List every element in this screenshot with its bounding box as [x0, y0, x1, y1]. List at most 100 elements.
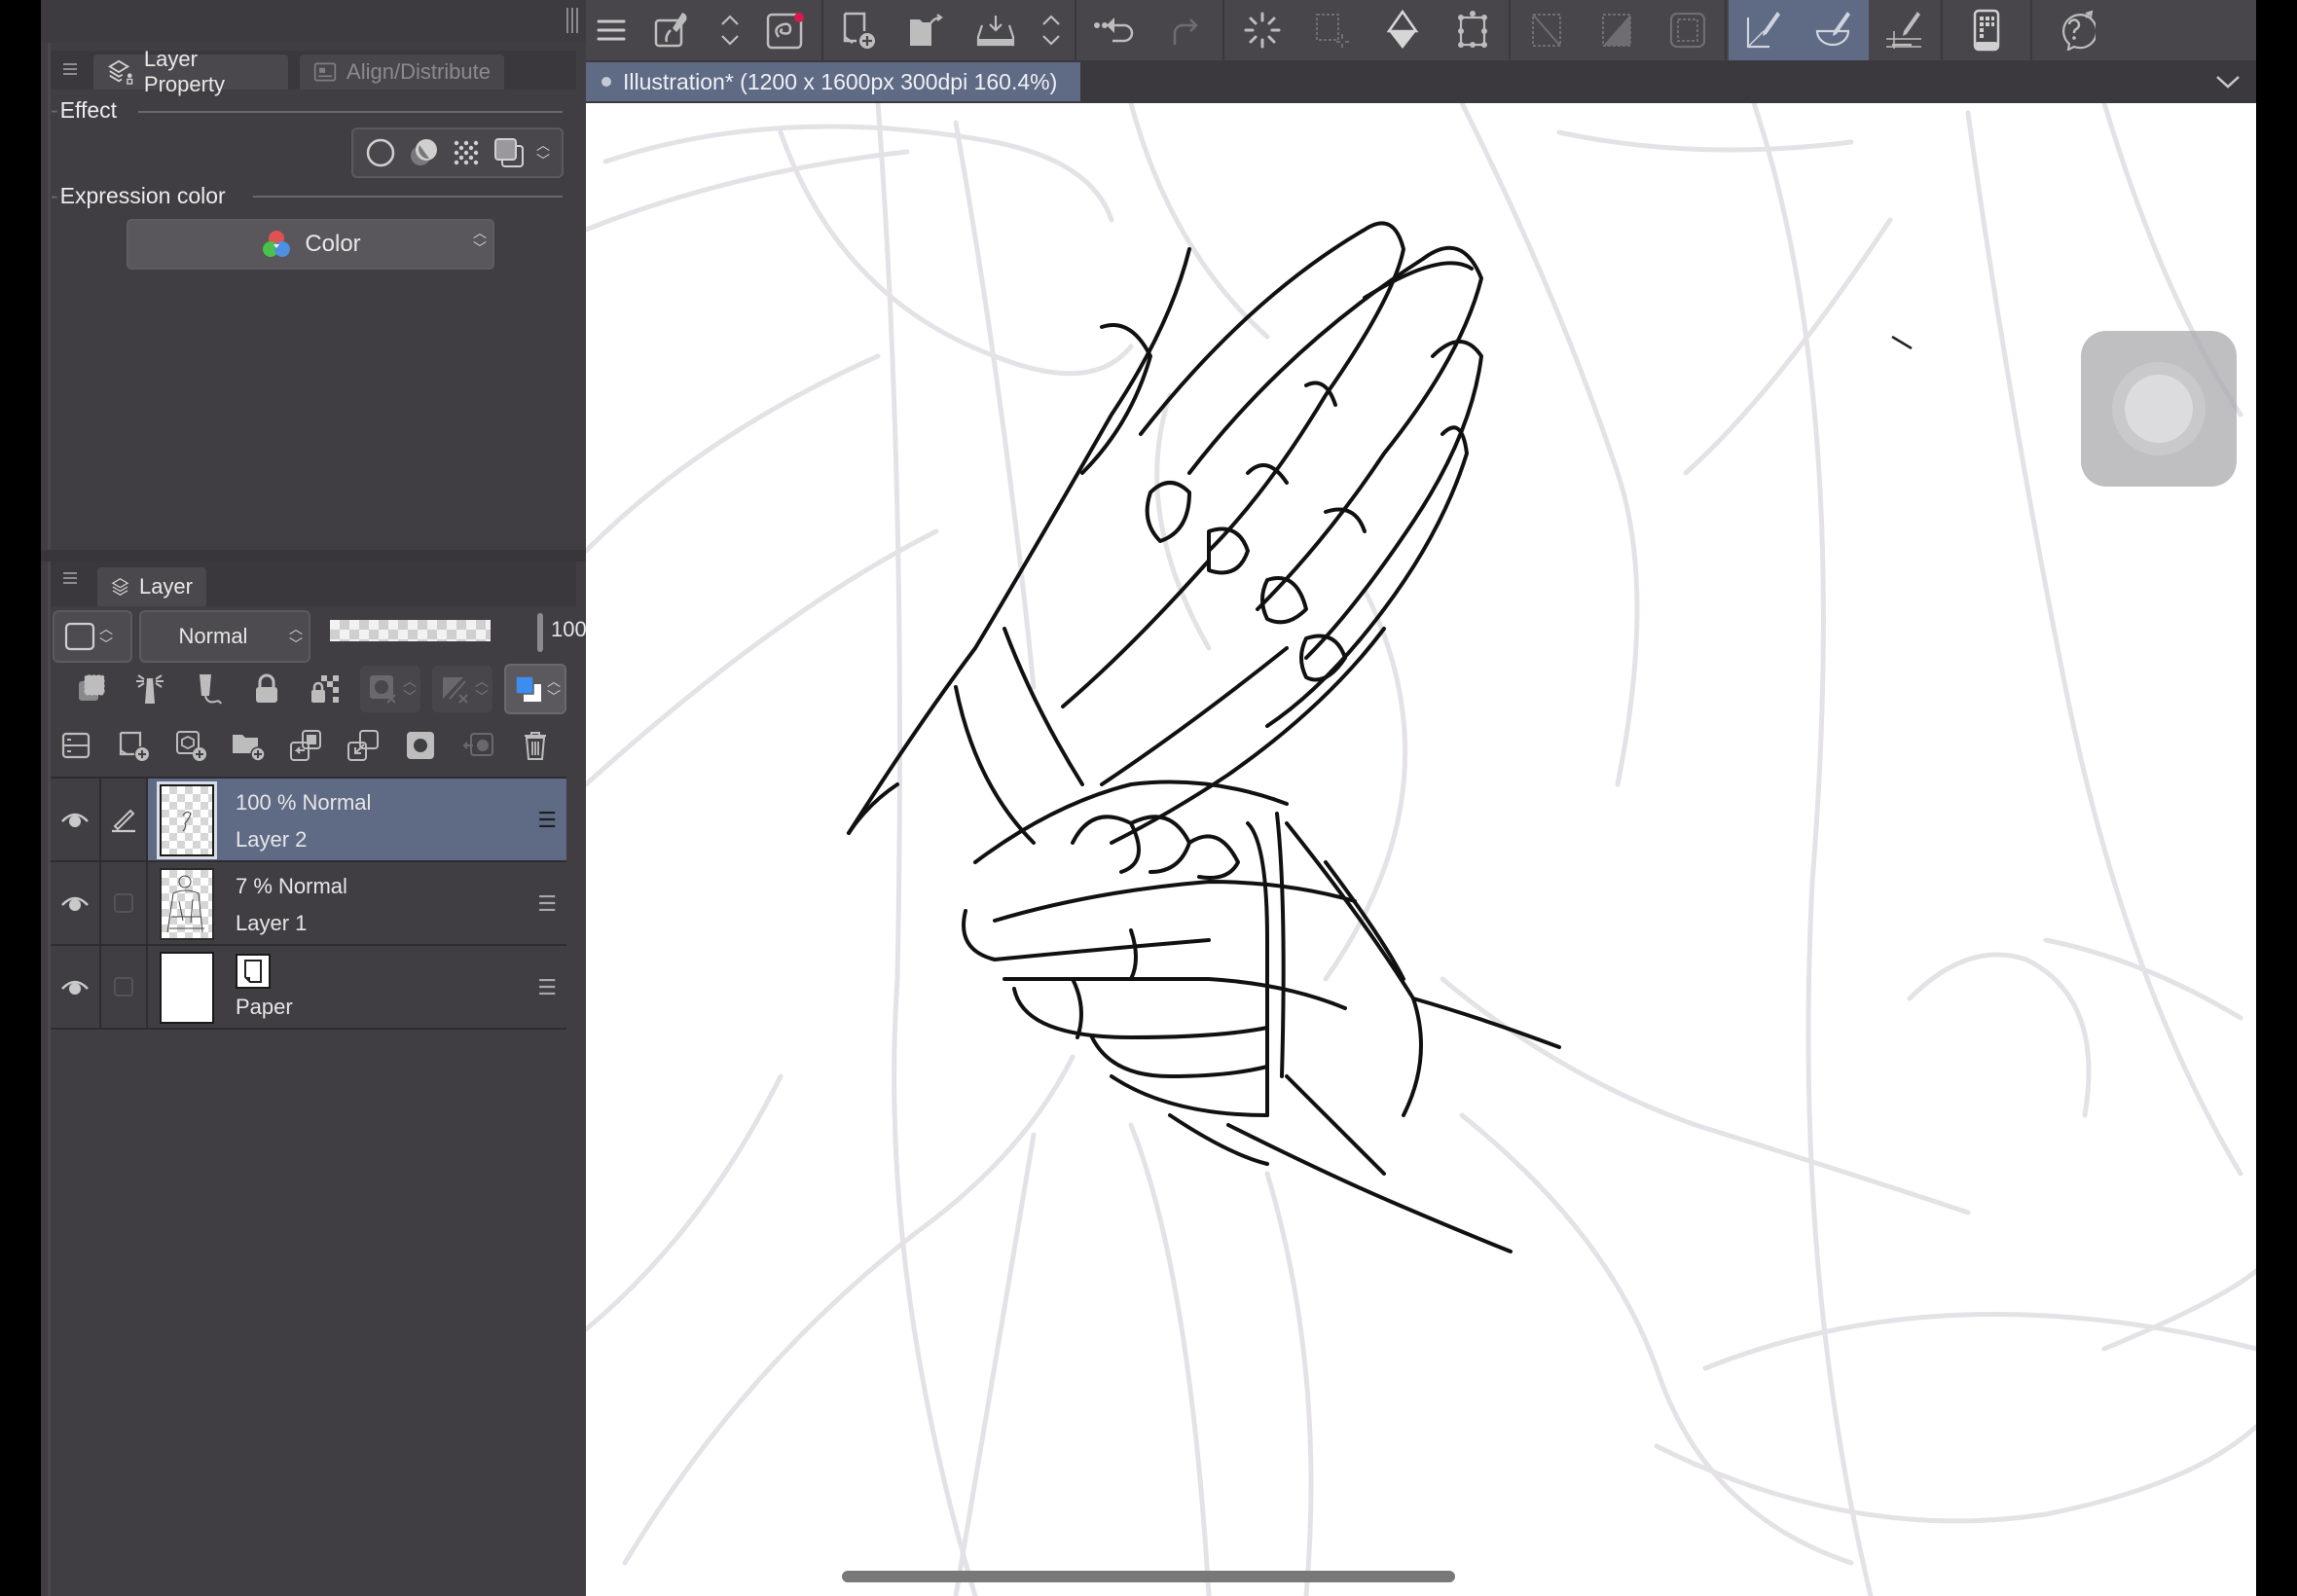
clip-layer-icon [79, 674, 105, 701]
clip-to-layer-below-button[interactable] [68, 666, 115, 712]
extract-line-icon[interactable] [408, 137, 439, 168]
mask-toggle-group: ︿ ﹀ [360, 666, 420, 712]
merge-with-lower-layer-button[interactable] [340, 722, 386, 769]
editing-checkbox[interactable] [101, 862, 148, 944]
more-file-button[interactable] [1030, 0, 1073, 60]
editing-checkbox[interactable] [101, 946, 148, 1028]
transfer-to-lower-layer-button[interactable] [282, 722, 329, 769]
new-folder-button[interactable] [225, 722, 272, 769]
blend-mode-dropdown[interactable]: Normal ︿ ﹀ [139, 610, 310, 663]
effect-stepper[interactable]: ︿ ﹀ [536, 137, 550, 168]
enable-mask-button[interactable] [364, 666, 403, 712]
show-selection-button[interactable] [1653, 0, 1723, 60]
snap-to-grid-button[interactable] [1869, 0, 1939, 60]
transfer-down-icon [290, 730, 321, 761]
drag-handle-icon[interactable]: ☰ [537, 975, 557, 1000]
tool-property-button[interactable] [637, 0, 709, 60]
menu-button[interactable] [586, 0, 637, 60]
lock-transparent-pixels-button[interactable] [302, 666, 348, 712]
eye-icon [61, 896, 89, 911]
expression-color-stepper[interactable]: ︿ ﹀ [473, 225, 487, 256]
expression-color-dropdown[interactable]: Color ︿ ﹀ [127, 219, 494, 270]
snap-to-special-ruler-button[interactable] [1799, 0, 1869, 60]
tone-icon[interactable] [451, 137, 482, 168]
smartphone-icon [1973, 9, 2000, 52]
opacity-slider-handle[interactable] [537, 613, 543, 652]
layer-color-stepper[interactable]: ︿ ﹀ [99, 621, 113, 652]
layer-color-swap-stepper[interactable]: ︿ ﹀ [547, 673, 561, 705]
editing-indicator[interactable] [101, 779, 148, 860]
tab-list-button[interactable] [2211, 66, 2244, 97]
opacity-value[interactable]: 100 [551, 617, 587, 642]
tab-layer-property[interactable]: Layer Property [93, 47, 288, 96]
redo-button[interactable] [1152, 0, 1221, 60]
visibility-toggle[interactable] [51, 862, 101, 944]
mask-disabled-icon [370, 675, 396, 704]
layer-list-options-button[interactable] [53, 722, 99, 769]
clear-button[interactable] [1226, 0, 1298, 60]
document-tab-title: Illustration* (1200 x 1600px 300dpi 160.… [623, 68, 1058, 94]
deselect-button[interactable] [1513, 0, 1583, 60]
create-layer-mask-button[interactable] [397, 722, 444, 769]
document-tab[interactable]: Illustration* (1200 x 1600px 300dpi 160.… [586, 62, 1080, 101]
change-layer-color-button[interactable] [510, 666, 547, 712]
visibility-toggle[interactable] [51, 779, 101, 860]
more-tools-button[interactable] [709, 0, 751, 60]
tab-align-distribute[interactable]: Align/Distribute [300, 54, 504, 90]
chevron-down-icon [2216, 76, 2240, 89]
invert-selection-button[interactable] [1583, 0, 1653, 60]
ruler-range-button[interactable] [436, 666, 475, 712]
fill-button[interactable] [1367, 0, 1439, 60]
tab-layer[interactable]: Layer [97, 567, 206, 606]
layer-name: Paper [236, 995, 293, 1019]
left-panel: Layer Property Align/Distribute - Effect … [41, 0, 609, 1596]
eye-icon [61, 980, 89, 995]
blend-mode-stepper[interactable]: ︿ ﹀ [289, 621, 303, 652]
open-file-button[interactable] [893, 0, 962, 60]
snap-to-ruler-button[interactable] [1729, 0, 1799, 60]
lighthouse-icon [136, 674, 164, 704]
panel-resize-grip[interactable] [566, 8, 578, 33]
lock-layer-button[interactable] [243, 666, 290, 712]
help-button[interactable] [2034, 0, 2116, 60]
save-icon [976, 16, 1015, 47]
layer-color-icon[interactable] [493, 137, 525, 168]
undo-button[interactable] [1078, 0, 1152, 60]
layer-main[interactable]: Paper ☰ [148, 946, 566, 1028]
layer-row-layer-1[interactable]: 7 % Normal Layer 1 ☰ [51, 862, 566, 946]
layer-panel-menu-button[interactable] [51, 562, 90, 595]
quick-access-button[interactable] [2081, 331, 2237, 487]
hamburger-icon [63, 572, 77, 584]
layer-property-tab-row: Layer Property Align/Distribute [51, 47, 576, 96]
drag-handle-icon[interactable]: ☰ [537, 891, 557, 917]
reference-layer-button[interactable] [127, 666, 173, 712]
horizontal-scrollbar[interactable] [842, 1571, 1455, 1582]
save-button[interactable] [962, 0, 1030, 60]
apply-mask-button[interactable] [455, 722, 501, 769]
layer-row-paper[interactable]: Paper ☰ [51, 946, 566, 1030]
chevron-updown-icon [1042, 15, 1060, 46]
drawing-canvas[interactable] [586, 103, 2256, 1596]
transform-button[interactable] [1439, 0, 1507, 60]
layer-row-layer-2[interactable]: 100 % Normal Layer 2 ☰ [51, 779, 566, 862]
layer-main[interactable]: 100 % Normal Layer 2 ☰ [148, 779, 566, 860]
clear-outside-selection-button[interactable] [1298, 0, 1367, 60]
opacity-slider[interactable] [330, 620, 491, 641]
layer-color-selector[interactable]: ︿ ﹀ [53, 610, 132, 663]
new-3d-layer-icon [176, 731, 206, 761]
companion-button[interactable] [751, 0, 820, 60]
border-effect-icon[interactable] [365, 137, 396, 168]
delete-layer-button[interactable] [512, 722, 559, 769]
new-raster-layer-button[interactable] [110, 722, 157, 769]
visibility-toggle[interactable] [51, 946, 101, 1028]
drag-handle-icon[interactable]: ☰ [537, 808, 557, 833]
ruler-stepper[interactable]: ︿ ﹀ [475, 673, 489, 705]
new-file-button[interactable] [825, 0, 893, 60]
panel-menu-button[interactable] [51, 53, 90, 86]
new-3d-layer-button[interactable] [167, 722, 214, 769]
smartphone-button[interactable] [1945, 0, 2028, 60]
mask-stepper[interactable]: ︿ ﹀ [403, 673, 417, 705]
draft-layer-button[interactable] [185, 666, 232, 712]
new-raster-layer-icon [119, 731, 149, 761]
layer-main[interactable]: 7 % Normal Layer 1 ☰ [148, 862, 566, 944]
